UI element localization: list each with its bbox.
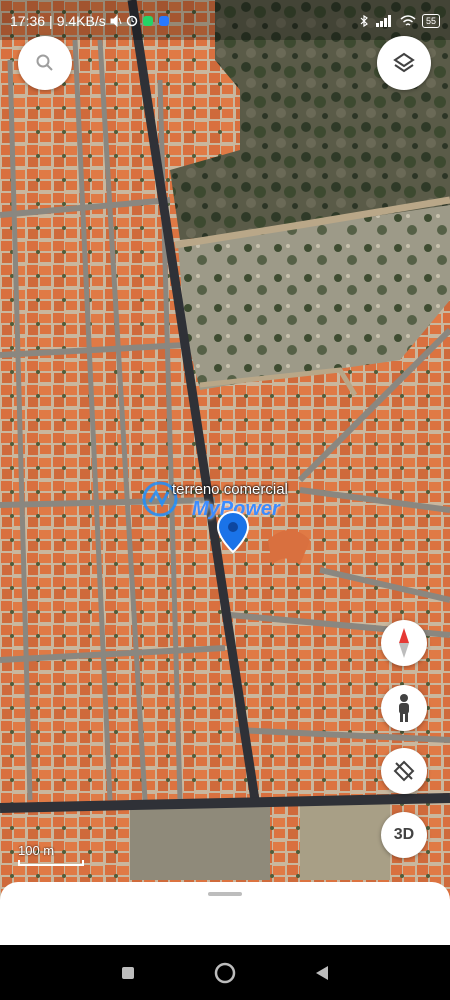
whatsapp-icon bbox=[142, 16, 153, 26]
square-icon bbox=[122, 966, 135, 979]
mute-icon bbox=[110, 15, 122, 27]
map-imagery bbox=[0, 0, 450, 945]
wifi-icon bbox=[400, 15, 416, 26]
layers-icon bbox=[393, 52, 415, 73]
battery-indicator: 55 bbox=[421, 14, 440, 28]
search-icon bbox=[36, 54, 53, 71]
recent-apps-button[interactable] bbox=[113, 958, 143, 988]
network-speed: 9.4KB/s bbox=[56, 13, 106, 29]
signal-icon bbox=[375, 15, 391, 27]
bluetooth-icon bbox=[360, 15, 368, 27]
place-label[interactable]: terreno comercial bbox=[172, 481, 288, 498]
navigation-bar bbox=[0, 945, 450, 1000]
sheet-drag-handle[interactable] bbox=[208, 892, 242, 896]
compass-icon bbox=[399, 628, 409, 658]
scale-label: 100 m bbox=[18, 843, 55, 858]
back-button[interactable] bbox=[307, 958, 337, 988]
3d-button[interactable]: 3D bbox=[381, 812, 427, 858]
location-pin-icon[interactable] bbox=[216, 510, 250, 554]
tilt-button[interactable] bbox=[381, 748, 427, 794]
status-bar: 17:36 | 9.4KB/s 55 bbox=[0, 0, 450, 42]
back-triangle-icon bbox=[315, 965, 328, 980]
search-button[interactable] bbox=[18, 36, 72, 90]
pegman-icon bbox=[399, 694, 409, 722]
alarm-icon bbox=[126, 15, 137, 27]
scale-bar bbox=[18, 860, 84, 866]
home-circle-icon bbox=[214, 962, 236, 983]
layers-button[interactable] bbox=[377, 36, 431, 90]
home-button[interactable] bbox=[210, 958, 240, 988]
message-icon bbox=[158, 16, 169, 26]
compass-button[interactable] bbox=[381, 620, 427, 666]
bottom-sheet[interactable] bbox=[0, 882, 450, 945]
clock: 17:36 bbox=[10, 13, 46, 29]
tilt-icon bbox=[393, 760, 415, 782]
street-view-button[interactable] bbox=[381, 685, 427, 731]
satellite-map[interactable]: MyPower terreno comercial 100 m bbox=[0, 0, 450, 945]
